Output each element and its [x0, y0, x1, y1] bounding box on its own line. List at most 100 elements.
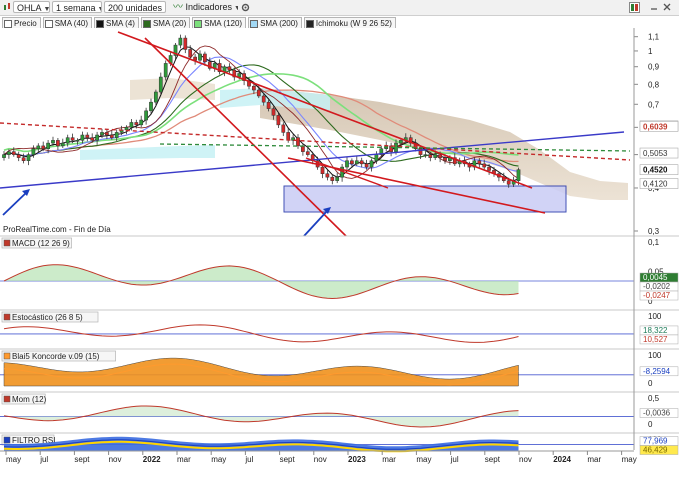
time-axis: may jul sept nov 2022 mar may jul sept nov 2023 mar… — [0, 450, 637, 464]
candle-body — [203, 53, 207, 63]
candle-body — [438, 154, 442, 158]
source-label: ProRealTime.com - Fin de Día — [3, 225, 111, 234]
x-tick-label: may — [622, 455, 637, 464]
indicator-panels: MACD (12 26 9) 0,10,0500,0045-0,0202-0,02… — [0, 235, 679, 455]
candle-body — [350, 160, 354, 165]
candle-body — [516, 169, 521, 181]
y-tick-label: 0,3 — [648, 227, 660, 236]
x-tick-label: 2023 — [348, 455, 366, 464]
candle-body — [154, 91, 158, 103]
candle-body — [100, 132, 104, 136]
panel-legend-label: Mom (12) — [12, 395, 47, 404]
candle-body — [227, 66, 232, 71]
candle-body — [7, 151, 11, 155]
candle-body — [31, 148, 36, 155]
x-tick-label: jul — [450, 455, 459, 464]
panel-area — [4, 264, 519, 299]
panel-legend-swatch — [3, 395, 11, 403]
panel-legend-label: Estocástico (26 8 5) — [12, 313, 83, 322]
candle-body — [46, 142, 50, 149]
panel-value-text: 46,429 — [643, 446, 668, 455]
candle-body — [188, 49, 193, 58]
candle-body — [16, 154, 21, 158]
panel-axis-label: 0,5 — [648, 394, 660, 403]
candle-body — [60, 142, 65, 147]
price-value-labels: 0,60600,60390,50530,45200,4120 — [639, 120, 679, 189]
candle-body — [261, 95, 266, 103]
panel-value-text: -0,0202 — [643, 282, 671, 291]
panel-legend-label: Blai5 Koncorde v.09 (15) — [12, 352, 100, 361]
candle-body — [281, 124, 286, 133]
candle-body — [305, 151, 310, 155]
x-tick-label: mar — [587, 455, 601, 464]
candle-body — [266, 101, 271, 109]
candle-body — [178, 37, 183, 46]
x-tick-label: may — [6, 455, 21, 464]
panel-legend-swatch — [3, 313, 11, 321]
candle-body — [51, 140, 55, 144]
y-tick-label: 0,8 — [648, 80, 660, 89]
candle-body — [423, 154, 428, 156]
price-value-text: 0,4120 — [643, 180, 668, 189]
y-tick-label: 0,7 — [648, 100, 660, 109]
candle-body — [149, 101, 153, 112]
koncorde-area — [3, 357, 519, 387]
candle-body — [320, 166, 325, 174]
candle-body — [105, 132, 109, 136]
candle-body — [276, 115, 281, 126]
panel-value-text: 77,969 — [643, 437, 668, 446]
candle-body — [41, 145, 46, 149]
x-tick-label: mar — [177, 455, 191, 464]
candle-body — [428, 154, 433, 158]
x-tick-label: sept — [74, 455, 90, 464]
panel-value-text: -0,0247 — [643, 291, 671, 300]
panel-value-text: 18,322 — [643, 326, 668, 335]
candle-body — [369, 160, 374, 168]
candle-body — [163, 63, 168, 78]
candle-body — [389, 145, 393, 152]
panel-axis-label: 100 — [648, 312, 662, 321]
x-tick-label: 2024 — [553, 455, 571, 464]
candle-body — [296, 137, 300, 147]
candle-body — [359, 160, 364, 165]
panel-value-text: -0,0036 — [643, 409, 671, 418]
candle-body — [144, 110, 148, 121]
x-tick-label: jul — [39, 455, 48, 464]
candle-body — [80, 134, 85, 141]
panel-value-text: 0,0045 — [643, 273, 668, 282]
candle-body — [70, 137, 75, 141]
candle-body — [443, 157, 447, 161]
y-tick-label: 0,9 — [648, 63, 660, 72]
chart-canvas: 1,110,90,80,70,60,50,40,3 0,60600,60390,… — [0, 28, 679, 464]
candle-body — [330, 176, 335, 181]
panel-legend-swatch — [3, 239, 11, 247]
panel-axis-label: 0 — [648, 420, 653, 429]
candle-body — [252, 85, 256, 91]
x-tick-label: mar — [382, 455, 396, 464]
price-axis: 1,110,90,80,70,60,50,40,3 — [634, 33, 660, 236]
candle-body — [11, 151, 16, 155]
candle-body — [26, 154, 31, 161]
candle-body — [256, 89, 261, 97]
x-tick-label: 2022 — [143, 455, 161, 464]
candle-body — [364, 163, 369, 168]
panel-legend-swatch — [3, 352, 11, 360]
panel-legend-label: MACD (12 26 9) — [12, 239, 70, 248]
panel-legend-swatch — [3, 436, 11, 444]
candle-body — [85, 134, 90, 138]
candle-body — [477, 160, 482, 165]
y-tick-label: 1,1 — [648, 33, 660, 42]
x-tick-label: sept — [280, 455, 296, 464]
price-value-text: 0,4520 — [643, 166, 668, 175]
x-tick-label: sept — [485, 455, 501, 464]
candle-body — [198, 53, 202, 61]
panel-axis-label: 0,1 — [648, 238, 660, 247]
candle-body — [129, 122, 134, 128]
candle-body — [354, 160, 359, 165]
price-value-text: 0,5053 — [643, 149, 668, 158]
x-tick-label: may — [211, 455, 226, 464]
candle-body — [374, 154, 379, 161]
candle-body — [109, 134, 114, 138]
x-tick-label: nov — [519, 455, 532, 464]
candle-body — [139, 119, 144, 126]
